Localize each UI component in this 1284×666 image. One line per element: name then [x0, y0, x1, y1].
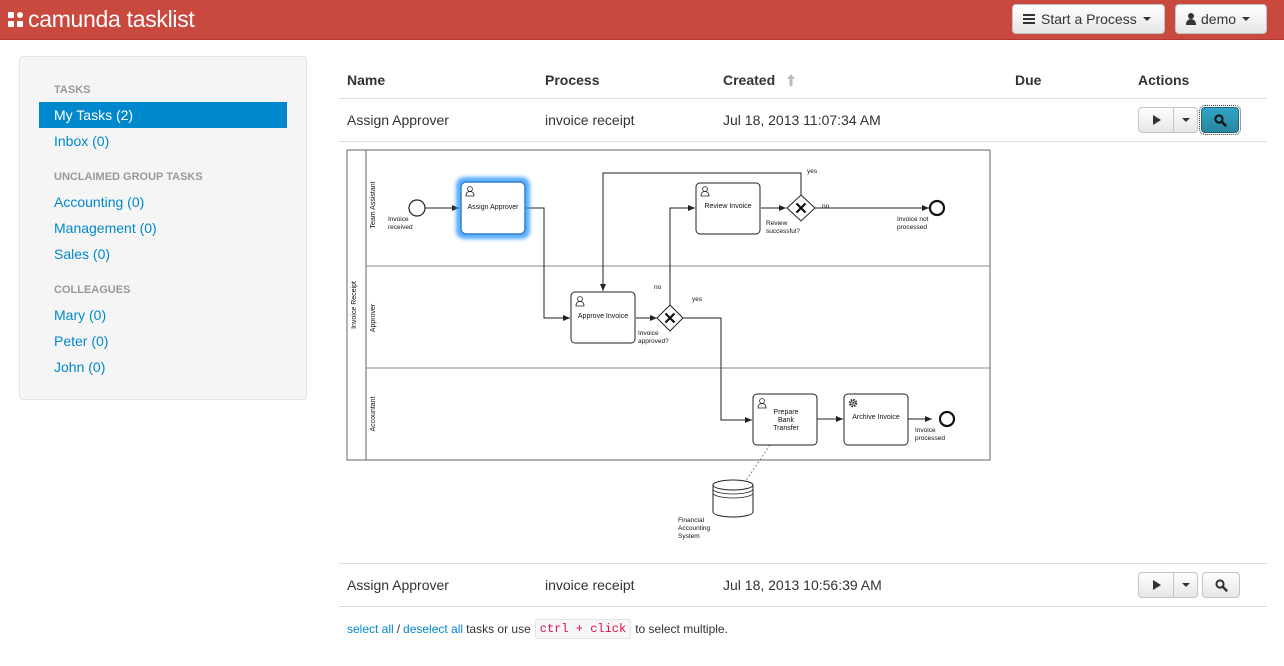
flow-label-no: no — [822, 203, 830, 210]
end-not-processed-label-1: Invoice not — [897, 216, 929, 223]
gateway-review-label-2: successful? — [766, 228, 800, 235]
lane-approver: Approver — [370, 303, 377, 332]
task-prepare-label-2: Bank — [778, 417, 794, 424]
user-icon — [1186, 13, 1196, 25]
row-2-process: invoice receipt — [545, 577, 635, 593]
caret-down-icon — [1181, 118, 1190, 122]
user-label: demo — [1201, 11, 1237, 27]
start-task-button[interactable] — [1138, 572, 1174, 598]
column-header-name[interactable]: Name — [347, 72, 385, 88]
column-header-created[interactable]: Created — [723, 72, 775, 88]
row-2-name[interactable]: Assign Approver — [347, 577, 449, 593]
colleagues-header: COLLEAGUES — [54, 284, 131, 296]
task-options-dropdown[interactable] — [1174, 107, 1198, 133]
sidebar-item-accounting[interactable]: Accounting (0) — [54, 194, 144, 210]
flow-label-yes: yes — [692, 296, 703, 303]
list-icon — [1023, 14, 1035, 24]
start-task-button[interactable] — [1138, 107, 1174, 133]
task-review-invoice-label: Review Invoice — [704, 203, 751, 210]
deselect-all-link[interactable]: deselect all — [403, 622, 463, 636]
datastore-label-1: Financial — [678, 517, 705, 524]
divider — [339, 606, 1267, 607]
select-all-link[interactable]: select all — [347, 622, 394, 636]
sidebar-item-peter[interactable]: Peter (0) — [54, 333, 108, 349]
sidebar-item-mary[interactable]: Mary (0) — [54, 307, 106, 323]
brand-label: camunda tasklist — [28, 5, 195, 32]
sidebar-item-sales[interactable]: Sales (0) — [54, 246, 110, 262]
search-icon — [1214, 578, 1228, 592]
play-icon — [1153, 115, 1161, 125]
keyboard-shortcut: ctrl + click — [534, 619, 632, 639]
end-processed-label-2: processed — [915, 435, 945, 442]
start-event[interactable] — [408, 199, 426, 217]
hint-end-text: to select multiple. — [635, 622, 728, 636]
start-event-label-1: Invoice — [388, 216, 409, 223]
play-icon — [1153, 580, 1161, 590]
row-2-created: Jul 18, 2013 10:56:39 AM — [723, 577, 882, 593]
gateway-approved-label-2: approved? — [638, 338, 669, 345]
caret-down-icon — [1242, 17, 1251, 21]
sidebar-item-inbox[interactable]: Inbox (0) — [54, 133, 109, 149]
task-archive-invoice-label: Archive Invoice — [852, 414, 900, 421]
task-prepare-label-3: Transfer — [773, 425, 799, 432]
lane-team-assistant: Team Assistant — [370, 181, 377, 228]
start-process-button[interactable]: Start a Process — [1012, 4, 1165, 34]
datastore-label-2: Accounting — [678, 525, 711, 532]
caret-down-icon — [1142, 17, 1151, 21]
tasks-header: TASKS — [54, 84, 91, 96]
datastore-label-3: System — [678, 533, 700, 540]
flow-label-yes: yes — [807, 168, 818, 175]
user-menu-button[interactable]: demo — [1175, 4, 1267, 34]
sidebar-item-john[interactable]: John (0) — [54, 359, 105, 375]
task-options-dropdown[interactable] — [1174, 572, 1198, 598]
search-icon — [1213, 113, 1227, 127]
row-1-created: Jul 18, 2013 11:07:34 AM — [723, 112, 881, 128]
end-not-processed-label-2: processed — [897, 224, 927, 231]
gateway-approved-label-1: Invoice — [638, 330, 659, 337]
hint-middle-text: tasks or use — [466, 622, 531, 636]
separator: / — [396, 622, 401, 636]
sidebar-item-management[interactable]: Management (0) — [54, 220, 157, 236]
row-1-name[interactable]: Assign Approver — [347, 112, 449, 128]
lane-accountant: Accountant — [370, 396, 377, 431]
brand[interactable]: camunda tasklist — [8, 4, 195, 34]
sort-up-icon — [787, 74, 795, 86]
task-assign-approver-label: Assign Approver — [468, 204, 520, 211]
process-diagram: Invoice Receipt Team Assistant Approver … — [346, 149, 991, 540]
selection-hint: select all / deselect all tasks or use c… — [347, 619, 728, 639]
row-1-action-group — [1138, 107, 1198, 133]
group-tasks-header: UNCLAIMED GROUP TASKS — [54, 171, 203, 183]
column-header-due[interactable]: Due — [1015, 72, 1041, 88]
divider — [339, 98, 1267, 99]
row-2-action-group — [1138, 572, 1198, 598]
end-event-not-processed[interactable] — [928, 199, 946, 217]
sidebar-item-label: My Tasks (2) — [54, 107, 134, 123]
view-diagram-button[interactable] — [1202, 572, 1240, 598]
end-event-processed[interactable] — [938, 410, 956, 428]
gateway-review-label-1: Review — [766, 220, 788, 227]
start-event-label-2: received — [388, 224, 413, 231]
start-process-label: Start a Process — [1041, 11, 1137, 27]
task-prepare-label-1: Prepare — [774, 409, 799, 416]
row-1-process: invoice receipt — [545, 112, 635, 128]
column-header-actions: Actions — [1138, 72, 1190, 88]
flow-label-no: no — [654, 284, 662, 291]
divider — [339, 563, 1267, 564]
datastore-icon — [712, 479, 754, 518]
column-header-process[interactable]: Process — [545, 72, 599, 88]
sidebar-item-my-tasks[interactable]: My Tasks (2) — [39, 102, 287, 128]
view-diagram-button[interactable] — [1199, 105, 1241, 135]
top-navbar: camunda tasklist Start a Process demo — [0, 0, 1284, 40]
caret-down-icon — [1181, 583, 1190, 587]
task-approve-invoice-label: Approve Invoice — [578, 313, 628, 320]
pool-label: Invoice Receipt — [351, 281, 358, 329]
camunda-logo-icon — [8, 12, 24, 28]
end-processed-label-1: Invoice — [915, 427, 936, 434]
